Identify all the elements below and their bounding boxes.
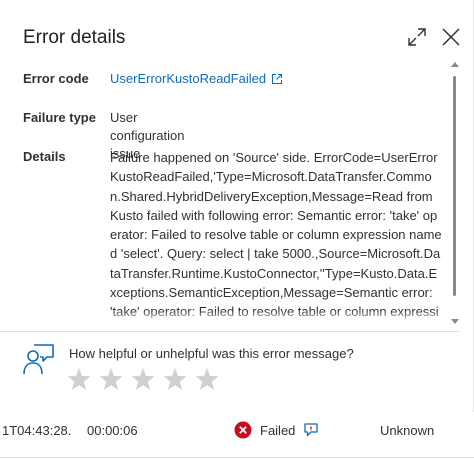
details-scrollbar[interactable]	[450, 62, 460, 324]
star-5-button[interactable]	[194, 365, 219, 393]
feedback-person-icon	[23, 344, 54, 375]
star-1-button[interactable]	[66, 365, 91, 393]
run-extra-value: Unknown	[380, 423, 435, 438]
scrollbar-thumb[interactable]	[453, 76, 456, 296]
failure-type-label: Failure type	[23, 110, 96, 125]
expand-button[interactable]	[404, 24, 430, 50]
details-scroll-area[interactable]: Error code UserErrorKustoReadFailed Fail…	[0, 62, 460, 324]
star-2-button[interactable]	[98, 365, 123, 393]
star-rating[interactable]	[66, 365, 219, 393]
run-duration: 00:00:06	[87, 423, 138, 438]
scroll-fade	[0, 310, 460, 324]
star-icon	[163, 368, 186, 390]
feedback-question: How helpful or unhelpful was this error …	[69, 346, 354, 361]
star-icon	[67, 368, 90, 390]
run-status: Failed	[234, 421, 319, 439]
star-icon	[195, 368, 218, 390]
error-code-link-text: UserErrorKustoReadFailed	[110, 71, 267, 86]
scroll-down-arrow-icon[interactable]	[451, 319, 459, 324]
run-status-text: Failed	[260, 422, 296, 438]
error-code-link[interactable]: UserErrorKustoReadFailed	[110, 70, 283, 88]
star-4-button[interactable]	[162, 365, 187, 393]
run-start-time: 1T04:43:28.	[2, 423, 72, 438]
external-link-icon	[272, 73, 283, 85]
pipeline-run-row[interactable]: 1T04:43:28. 00:00:06 Failed Unknown	[0, 412, 474, 459]
close-icon	[442, 28, 460, 46]
star-3-button[interactable]	[130, 365, 155, 393]
row-divider	[0, 457, 474, 458]
star-icon	[99, 368, 122, 390]
panel-title: Error details	[23, 27, 126, 48]
error-circle-icon	[234, 421, 252, 439]
error-details-panel: Error details Error code UserErrorKustoR…	[0, 0, 474, 412]
scroll-up-arrow-icon[interactable]	[451, 62, 459, 67]
error-code-value: UserErrorKustoReadFailed	[110, 70, 283, 88]
details-label: Details	[23, 149, 66, 164]
details-value: Failure happened on 'Source' side. Error…	[110, 150, 442, 324]
star-icon	[131, 368, 154, 390]
chat-bubble-icon[interactable]	[303, 422, 319, 438]
feedback-divider	[0, 331, 460, 332]
close-button[interactable]	[438, 24, 464, 50]
expand-icon	[408, 28, 426, 46]
error-code-label: Error code	[23, 71, 89, 86]
